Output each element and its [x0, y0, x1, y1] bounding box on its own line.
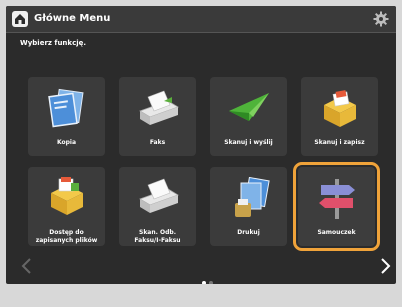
- copy-icon: [43, 87, 91, 131]
- tile-tutorial[interactable]: Samouczek: [293, 162, 380, 251]
- tile-stored-files[interactable]: Dostęp do zapisanych plików: [28, 167, 105, 246]
- next-page-arrow-icon[interactable]: [378, 257, 392, 275]
- tile-label: Drukuj: [237, 229, 260, 236]
- prev-page-arrow-icon[interactable]: [20, 257, 34, 275]
- page-dot: [209, 281, 213, 284]
- instruction-text: Wybierz funkcję.: [20, 39, 87, 47]
- tile-print[interactable]: Drukuj: [210, 167, 287, 246]
- gear-icon[interactable]: [372, 10, 390, 28]
- tile-label: Samouczek: [317, 229, 356, 236]
- tile-scan-save[interactable]: Skanuj i zapisz: [301, 77, 378, 156]
- page-dot-active: [202, 281, 206, 284]
- tile-label: Dostęp do zapisanych plików: [35, 229, 98, 244]
- page-indicator: [202, 270, 216, 284]
- tile-label: Faks: [149, 139, 166, 146]
- main-menu-screen: Główne Menu Wybierz funkcję. Kopia Faks …: [6, 6, 396, 284]
- title-bar: Główne Menu: [6, 6, 396, 33]
- print-icon: [225, 176, 273, 221]
- home-icon[interactable]: [12, 11, 28, 27]
- signpost-icon: [313, 177, 361, 221]
- scan-send-icon: [225, 87, 273, 131]
- tile-label: Skanuj i wyślij: [224, 139, 273, 146]
- scan-save-icon: [316, 87, 364, 131]
- tile-label: Skan. Odb. Faksu/I-Faksu: [134, 229, 181, 244]
- tile-fax[interactable]: Faks: [119, 77, 196, 156]
- tile-copy[interactable]: Kopia: [28, 77, 105, 156]
- tile-label: Skanuj i zapisz: [314, 139, 365, 146]
- tile-scan-send[interactable]: Skanuj i wyślij: [210, 77, 287, 156]
- fax-receive-icon: [134, 177, 182, 221]
- tile-label: Kopia: [56, 139, 77, 146]
- stored-files-icon: [43, 177, 91, 221]
- tile-fax-receive[interactable]: Skan. Odb. Faksu/I-Faksu: [119, 167, 196, 246]
- page-title: Główne Menu: [34, 13, 111, 24]
- fax-icon: [134, 87, 182, 131]
